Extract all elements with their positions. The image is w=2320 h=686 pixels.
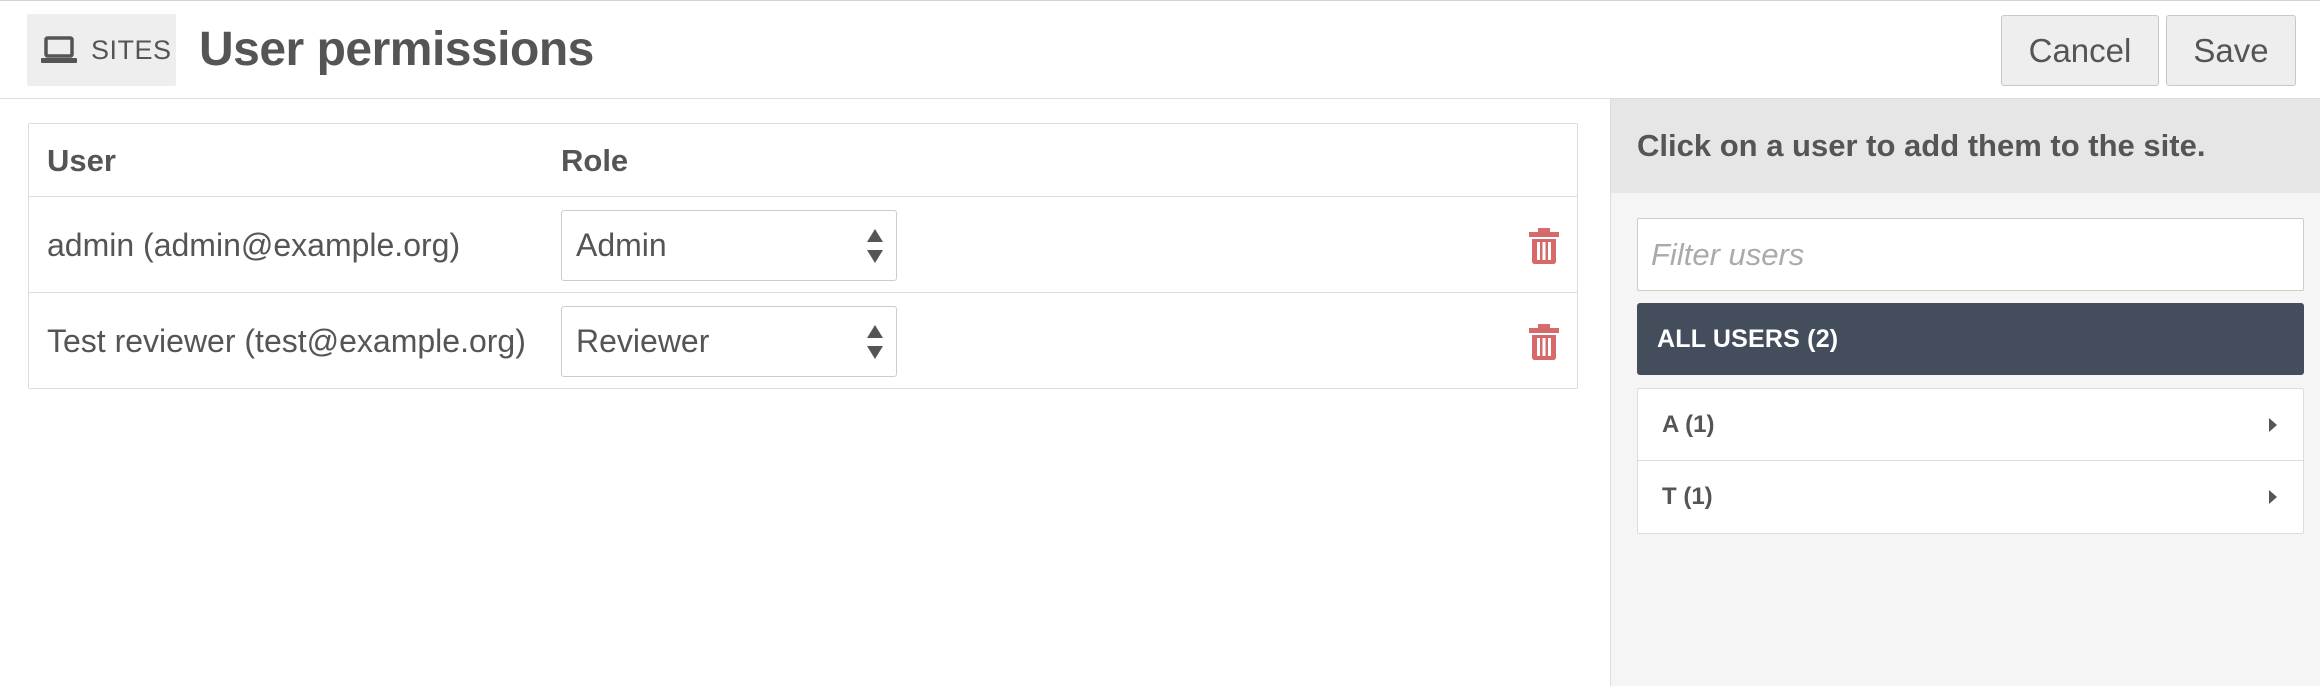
permissions-table: User Role admin (admin@example.org) Admi… xyxy=(28,123,1578,389)
sites-label: SITES xyxy=(91,34,172,65)
select-arrows-icon xyxy=(867,229,883,263)
role-select[interactable]: Admin xyxy=(561,210,897,281)
table-header: User Role xyxy=(29,124,1577,197)
role-select[interactable]: Reviewer xyxy=(561,306,897,377)
table-row: Test reviewer (test@example.org) Reviewe… xyxy=(29,293,1577,389)
group-label: T (1) xyxy=(1662,483,1713,510)
page-header: SITES User permissions Cancel Save xyxy=(0,1,2320,99)
caret-right-icon xyxy=(2269,490,2277,504)
select-arrows-icon xyxy=(867,325,883,359)
user-cell: Test reviewer (test@example.org) xyxy=(47,323,526,359)
group-label: A (1) xyxy=(1662,411,1715,438)
panel-instruction: Click on a user to add them to the site. xyxy=(1611,99,2320,193)
filter-users-input[interactable] xyxy=(1637,218,2304,291)
user-cell: admin (admin@example.org) xyxy=(47,227,461,263)
user-permissions-page: SITES User permissions Cancel Save User … xyxy=(0,0,2320,686)
table-row: admin (admin@example.org) Admin xyxy=(29,197,1577,293)
trash-icon[interactable] xyxy=(1529,228,1559,264)
trash-icon[interactable] xyxy=(1529,324,1559,360)
role-select-value: Reviewer xyxy=(576,323,710,359)
role-select-value: Admin xyxy=(576,227,667,263)
caret-right-icon xyxy=(2269,418,2277,432)
user-groups-list: A (1) T (1) xyxy=(1637,388,2304,534)
add-user-panel: Click on a user to add them to the site.… xyxy=(1610,99,2320,686)
cancel-button[interactable]: Cancel xyxy=(2001,15,2159,86)
sites-breadcrumb[interactable]: SITES xyxy=(27,14,176,86)
page-title: User permissions xyxy=(199,23,594,76)
column-header-user: User xyxy=(47,143,116,178)
group-item-a[interactable]: A (1) xyxy=(1638,389,2303,461)
laptop-icon xyxy=(41,36,77,63)
group-item-t[interactable]: T (1) xyxy=(1638,461,2303,533)
column-header-role: Role xyxy=(561,143,629,178)
save-button[interactable]: Save xyxy=(2166,15,2296,86)
all-users-button[interactable]: ALL USERS (2) xyxy=(1637,303,2304,375)
